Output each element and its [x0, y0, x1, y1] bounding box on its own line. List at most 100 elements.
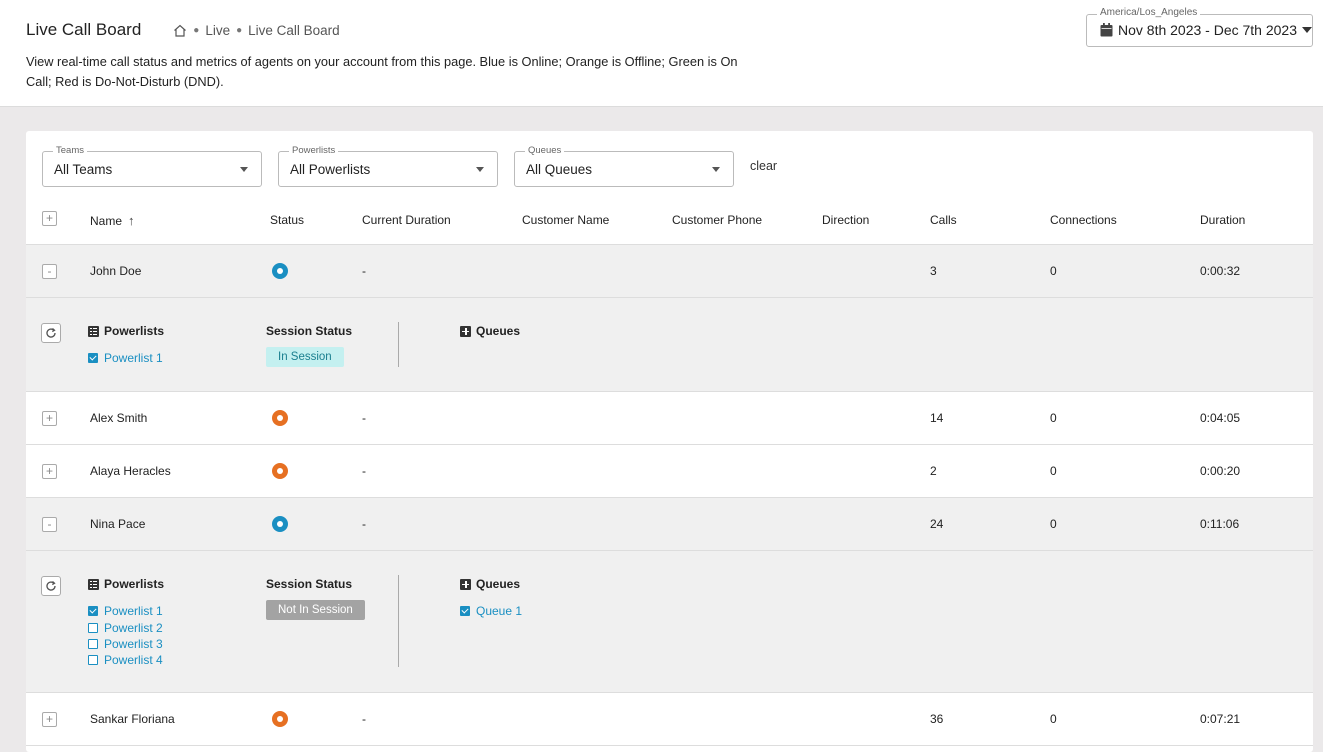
column-header-duration[interactable]: Duration [1200, 213, 1245, 227]
queues-heading-label: Queues [476, 577, 521, 591]
column-header-status[interactable]: Status [270, 213, 304, 227]
current-duration: - [362, 411, 366, 425]
powerlist-label: Powerlist 2 [104, 621, 163, 635]
checkbox-checked-icon [88, 606, 98, 616]
connections-count: 0 [1050, 712, 1057, 726]
table-row[interactable]: - John Doe - 3 0 0:00:32 [26, 245, 1313, 298]
live-call-board-card: Teams All Teams Powerlists All Powerlist… [26, 131, 1313, 752]
clear-filters-link[interactable]: clear [750, 159, 777, 173]
current-duration: - [362, 264, 366, 278]
teams-filter[interactable]: Teams All Teams [42, 145, 262, 187]
calls-count: 36 [930, 712, 944, 726]
collapse-row-button[interactable]: - [42, 517, 57, 532]
powerlists-filter-label: Powerlists [289, 145, 339, 156]
connections-count: 0 [1050, 264, 1057, 278]
powerlists-filter[interactable]: Powerlists All Powerlists [278, 145, 498, 187]
agent-name: Nina Pace [90, 517, 146, 531]
chevron-down-icon [712, 167, 720, 172]
table-row[interactable]: + Alaya Heracles - 2 0 0:00:20 [26, 445, 1313, 498]
powerlist-label: Powerlist 1 [104, 351, 163, 365]
column-header-direction[interactable]: Direction [822, 213, 869, 227]
status-online-icon [272, 263, 288, 279]
agent-name: Sankar Floriana [90, 712, 175, 726]
expand-all-button[interactable]: + [42, 211, 57, 226]
connections-count: 0 [1050, 517, 1057, 531]
column-header-name-label: Name [90, 214, 123, 228]
checkbox-checked-icon [460, 606, 470, 616]
queues-heading-label: Queues [476, 324, 521, 338]
powerlist-label: Powerlist 1 [104, 604, 163, 618]
expand-row-button[interactable]: + [42, 411, 57, 426]
date-range-display: Nov 8th 2023 - Dec 7th 2023 [1100, 22, 1312, 38]
breadcrumb: ● Live ● Live Call Board [173, 23, 340, 38]
queues-filter[interactable]: Queues All Queues [514, 145, 734, 187]
page-title: Live Call Board [26, 20, 142, 39]
column-header-connections[interactable]: Connections [1050, 213, 1117, 227]
expand-row-button[interactable]: + [42, 464, 57, 479]
table-row[interactable]: - Nina Pace - 24 0 0:11:06 [26, 498, 1313, 551]
queues-heading: Queues [460, 577, 520, 591]
column-header-customer-name[interactable]: Customer Name [522, 213, 609, 227]
powerlist-label: Powerlist 3 [104, 637, 163, 651]
checkbox-unchecked-icon [88, 623, 98, 633]
powerlists-heading-label: Powerlists [104, 577, 165, 591]
total-duration: 0:00:20 [1200, 464, 1241, 478]
session-status-badge: In Session [266, 347, 344, 367]
status-offline-icon [272, 410, 288, 426]
session-status-heading: Session Status [266, 577, 353, 591]
total-duration: 0:07:21 [1200, 712, 1241, 726]
queue-add-icon [460, 325, 471, 337]
calls-count: 2 [930, 464, 937, 478]
current-duration: - [362, 712, 366, 726]
home-icon[interactable] [173, 24, 187, 37]
agent-name: Alex Smith [90, 411, 148, 425]
column-header-calls[interactable]: Calls [930, 213, 957, 227]
refresh-button[interactable] [41, 323, 61, 343]
divider [398, 575, 399, 667]
powerlist-checkbox[interactable]: Powerlist 4 [88, 653, 163, 667]
status-online-icon [272, 516, 288, 532]
checkbox-unchecked-icon [88, 655, 98, 665]
calls-count: 14 [930, 411, 944, 425]
current-duration: - [362, 517, 366, 531]
expand-row-button[interactable]: + [42, 712, 57, 727]
agent-name: Alaya Heracles [90, 464, 171, 478]
breadcrumb-separator: ● [193, 24, 200, 36]
collapse-row-button[interactable]: - [42, 264, 57, 279]
breadcrumb-live[interactable]: Live [205, 23, 230, 38]
list-icon [88, 325, 99, 337]
total-duration: 0:04:05 [1200, 411, 1241, 425]
column-header-customer-phone[interactable]: Customer Phone [672, 213, 762, 227]
powerlist-checkbox[interactable]: Powerlist 3 [88, 637, 163, 651]
teams-filter-value: All Teams [54, 162, 113, 177]
sort-ascending-icon[interactable]: ↑ [128, 213, 135, 228]
column-header-current-duration[interactable]: Current Duration [362, 213, 451, 227]
powerlists-heading: Powerlists [88, 324, 164, 338]
column-header-name[interactable]: Name ↑ [90, 213, 135, 228]
queue-checkbox[interactable]: Queue 1 [460, 604, 522, 618]
powerlist-checkbox[interactable]: Powerlist 1 [88, 604, 163, 618]
table-header: + Name ↑ Status Current Duration Customer… [26, 201, 1313, 245]
powerlist-checkbox[interactable]: Powerlist 1 [88, 351, 163, 365]
table-row[interactable]: + Sankar Floriana - 36 0 0:07:21 [26, 693, 1313, 746]
powerlist-checkbox[interactable]: Powerlist 2 [88, 621, 163, 635]
divider [398, 322, 399, 367]
refresh-button[interactable] [41, 576, 61, 596]
agent-name: John Doe [90, 264, 142, 278]
queues-filter-label: Queues [525, 145, 565, 156]
powerlist-label: Powerlist 4 [104, 653, 163, 667]
timezone-label: America/Los_Angeles [1097, 7, 1201, 18]
calls-count: 3 [930, 264, 937, 278]
powerlists-heading: Powerlists [88, 577, 164, 591]
table-row[interactable]: + Alex Smith - 14 0 0:04:05 [26, 392, 1313, 445]
breadcrumb-live-call-board[interactable]: Live Call Board [248, 23, 340, 38]
list-icon [88, 578, 99, 590]
date-range-picker[interactable]: America/Los_Angeles Nov 8th 2023 - Dec 7… [1086, 7, 1313, 47]
queues-heading: Queues [460, 324, 520, 338]
powerlists-filter-value: All Powerlists [290, 162, 371, 177]
agent-detail-panel: Powerlists Powerlist 1 Session Status In… [26, 298, 1313, 392]
checkbox-unchecked-icon [88, 639, 98, 649]
current-duration: - [362, 464, 366, 478]
queue-add-icon [460, 578, 471, 590]
total-duration: 0:11:06 [1200, 517, 1240, 531]
